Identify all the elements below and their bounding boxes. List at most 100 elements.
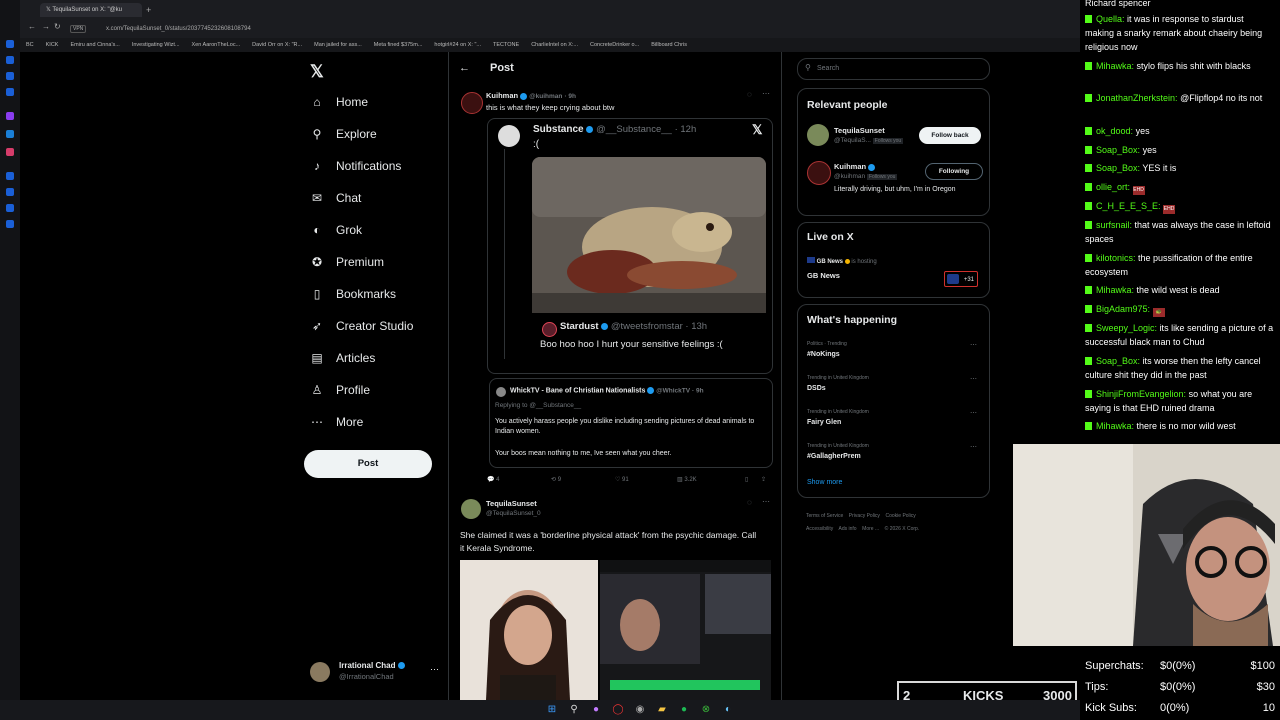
bookmark-item[interactable]: BC (20, 38, 40, 52)
account-switcher[interactable]: Irrational Chad @IrrationalChad ⋯ (310, 660, 440, 684)
nav-item-bookmarks[interactable]: ▯ Bookmarks (310, 282, 396, 306)
opera-icon[interactable]: ◯ (612, 704, 624, 716)
chat-username[interactable]: C_H_E_E_S_E: (1096, 201, 1161, 211)
nav-item-profile[interactable]: ♙ Profile (310, 378, 370, 402)
footer-link[interactable]: More ... (862, 526, 879, 532)
footer-link[interactable]: Cookie Policy (885, 513, 915, 519)
live-host[interactable]: GB News is hosting (807, 257, 877, 265)
chat-username[interactable]: Soap_Box: (1096, 145, 1140, 155)
person-name[interactable]: Kuihman (834, 162, 876, 171)
live-participants[interactable]: +31 (944, 271, 978, 287)
avatar[interactable] (461, 499, 481, 519)
trend-item[interactable]: DSDs (807, 385, 826, 392)
trend-item[interactable]: #GallagherPrem (807, 453, 861, 460)
chat-username[interactable]: BigAdam975: (1096, 304, 1150, 314)
panel-app-icon[interactable] (6, 130, 14, 138)
nested-reply[interactable]: Stardust @tweetsfromstar · 13h Boo hoo h… (540, 319, 766, 367)
nav-item-articles[interactable]: ▤ Articles (310, 346, 375, 370)
panel-app-icon[interactable] (6, 172, 14, 180)
panel-app-icon[interactable] (6, 188, 14, 196)
chat-username[interactable]: Sweepy_Logic: (1096, 323, 1157, 333)
more-icon[interactable]: ⋯ (970, 341, 977, 349)
chat-username[interactable]: Mihawka: (1096, 421, 1134, 431)
reload-icon[interactable]: ↻ (54, 22, 61, 31)
trend-item[interactable]: Fairy Glen (807, 419, 841, 426)
panel-app-icon[interactable] (6, 88, 14, 96)
dead-cow-photo[interactable] (532, 157, 766, 313)
steam-icon[interactable]: ◐ (722, 704, 734, 716)
folder-icon[interactable]: ▰ (656, 704, 668, 716)
nav-item-premium[interactable]: ✪ Premium (310, 250, 384, 274)
windows-start-icon[interactable]: ⊞ (546, 704, 558, 716)
vpn-badge[interactable]: VPN (70, 25, 87, 33)
trend-item[interactable]: #NoKings (807, 351, 840, 358)
search-icon[interactable]: ⚲ (568, 704, 580, 716)
bookmark-item[interactable]: ConcreteDrinker o... (584, 38, 645, 52)
nav-item-home[interactable]: ⌂ Home (310, 90, 368, 114)
back-icon[interactable]: ← (28, 22, 36, 31)
spotify-icon[interactable]: ● (678, 704, 690, 716)
quote-card[interactable]: Substance @__Substance__ · 12h 𝕏 :( Star… (487, 118, 773, 374)
panel-app-icon[interactable] (6, 148, 14, 156)
post-author[interactable]: Kuihman @kuihman · 9h (486, 91, 576, 100)
x-logo-icon[interactable]: 𝕏 (310, 62, 324, 82)
panel-app-icon[interactable] (6, 220, 14, 228)
views-button[interactable]: ▥ 3.2K (677, 476, 697, 483)
person-name[interactable]: TequilaSunset (834, 126, 885, 135)
chat-username[interactable]: JonathanZherkstein: (1096, 93, 1178, 103)
footer-link[interactable]: Ads info (839, 526, 857, 532)
reply-button[interactable]: 💬 4 (487, 476, 499, 483)
chat-username[interactable]: surfsnail: (1096, 220, 1132, 230)
bookmark-item[interactable]: Investigating Wizt... (126, 38, 186, 52)
footer-link[interactable]: Terms of Service (806, 513, 843, 519)
nav-item-more[interactable]: ⋯ More (310, 410, 363, 434)
chat-username[interactable]: Mihawka: (1096, 285, 1134, 295)
bookmark-item[interactable]: Billboard Chris (645, 38, 693, 52)
bookmark-item[interactable]: KICK (40, 38, 65, 52)
more-icon[interactable]: ⋯ (430, 664, 439, 675)
chat-username[interactable]: Soap_Box: (1096, 356, 1140, 366)
bookmark-item[interactable]: Meta fined $375m... (368, 38, 429, 52)
nav-item-notifications[interactable]: ♪ Notifications (310, 154, 401, 178)
repost-button[interactable]: ⟲ 9 (551, 476, 561, 483)
app-icon[interactable]: ● (590, 704, 602, 716)
grok-icon[interactable]: ◌ (747, 498, 752, 507)
nav-item-chat[interactable]: ✉ Chat (310, 186, 361, 210)
chat-username[interactable]: ShinjiFromEvangelion: (1096, 389, 1186, 399)
search-input[interactable]: ⚲ Search (797, 58, 990, 80)
more-icon[interactable]: ⋯ (762, 497, 770, 506)
footer-link[interactable]: Accessibility (806, 526, 833, 532)
bookmark-item[interactable]: Xen AaronTheLoc... (186, 38, 247, 52)
tab-active[interactable]: 𝕏 TequilaSunset on X: "@ku (40, 3, 142, 17)
nav-item-grok[interactable]: ◐ Grok (310, 218, 362, 242)
live-name[interactable]: GB News (807, 271, 840, 280)
avatar[interactable] (807, 124, 829, 146)
xbox-icon[interactable]: ⊗ (700, 704, 712, 716)
embedded-post-card[interactable]: WhickTV - Bane of Christian Nationalists… (489, 378, 773, 468)
more-icon[interactable]: ⋯ (970, 409, 977, 417)
nav-item-explore[interactable]: ⚲ Explore (310, 122, 377, 146)
nav-item-creator-studio[interactable]: ➶ Creator Studio (310, 314, 413, 338)
panel-app-icon[interactable] (6, 112, 14, 120)
chat-username[interactable]: Mihawka: (1096, 61, 1134, 71)
bookmark-item[interactable]: Emiru and Cinna's... (64, 38, 125, 52)
bookmark-button[interactable]: ▯ (745, 476, 748, 483)
bookmark-item[interactable]: CharlieIntel on X:... (525, 38, 584, 52)
show-more-link[interactable]: Show more (807, 479, 842, 486)
obs-icon[interactable]: ◉ (634, 704, 646, 716)
chat-username[interactable]: Soap_Box: (1096, 163, 1140, 173)
forward-icon[interactable]: → (42, 22, 50, 31)
avatar[interactable] (807, 161, 831, 185)
panel-app-icon[interactable] (6, 204, 14, 212)
panel-app-icon[interactable] (6, 40, 14, 48)
chat-username[interactable]: ok_dood: (1096, 126, 1133, 136)
post-button[interactable]: Post (304, 450, 432, 478)
chat-username[interactable]: ollie_ort: (1096, 182, 1130, 192)
reply-author[interactable]: TequilaSunset (486, 499, 537, 508)
footer-link[interactable]: Privacy Policy (849, 513, 880, 519)
following-button[interactable]: Following (925, 163, 983, 180)
more-icon[interactable]: ⋯ (970, 375, 977, 383)
reply-media-image[interactable] (460, 560, 771, 700)
bookmark-item[interactable]: David Orr on X: "R... (246, 38, 308, 52)
follow-back-button[interactable]: Follow back (919, 127, 981, 144)
